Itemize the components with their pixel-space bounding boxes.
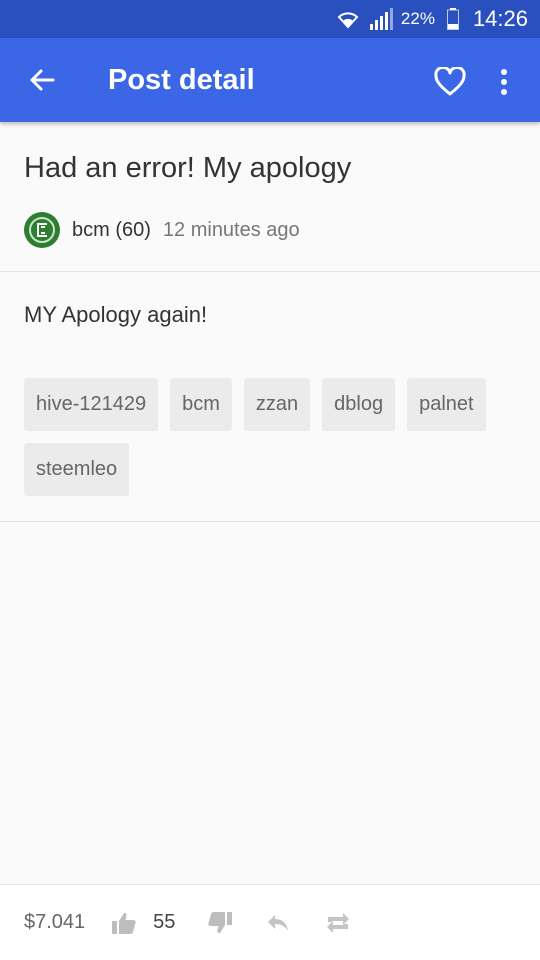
app-bar: Post detail — [0, 38, 540, 122]
reply-button[interactable] — [263, 908, 293, 938]
heart-outline-icon — [434, 67, 466, 96]
tag-list: hive-121429 bcm zzan dblog palnet steeml… — [24, 378, 524, 508]
payout-value: $7.041 — [24, 911, 86, 933]
tag-chip[interactable]: dblog — [322, 378, 396, 431]
author-name[interactable]: bcm (60) — [72, 219, 151, 242]
back-button[interactable] — [20, 58, 64, 102]
page-title: Post detail — [108, 64, 255, 96]
thumb-up-icon — [112, 912, 136, 934]
status-bar: 22% 14:26 — [0, 0, 540, 38]
tag-chip[interactable]: palnet — [407, 378, 486, 431]
downvote-button[interactable] — [205, 908, 235, 938]
avatar[interactable] — [24, 212, 60, 248]
upvote-button[interactable] — [109, 908, 139, 938]
favorite-button[interactable] — [428, 60, 472, 104]
post-body: MY Apology again! hive-121429 bcm zzan d… — [0, 272, 540, 522]
tag-chip[interactable]: hive-121429 — [24, 378, 159, 431]
wifi-icon — [335, 7, 361, 31]
post-title: Had an error! My apology — [24, 152, 352, 184]
battery-icon — [446, 8, 459, 30]
clock: 14:26 — [472, 6, 528, 31]
battery-percent: 22% — [400, 9, 435, 28]
tag-chip[interactable]: zzan — [243, 378, 311, 431]
post-body-text: MY Apology again! — [24, 302, 208, 327]
arrow-back-icon — [30, 69, 55, 91]
avatar-logo-icon — [29, 217, 55, 243]
signal-icon — [369, 8, 393, 30]
reply-icon — [268, 914, 289, 931]
more-vert-icon — [501, 69, 507, 95]
resteem-button[interactable] — [323, 908, 353, 938]
author-row[interactable]: bcm (60) 12 minutes ago — [24, 212, 300, 248]
more-options-button[interactable] — [482, 60, 526, 104]
thumb-down-icon — [208, 911, 233, 933]
vote-count: 55 — [153, 911, 176, 933]
post-header: Had an error! My apology bcm (60) 12 min… — [0, 122, 540, 272]
post-actions-bar: $7.041 55 — [0, 884, 540, 960]
tag-chip[interactable]: steemleo — [24, 443, 130, 496]
tag-chip[interactable]: bcm — [170, 378, 232, 431]
post-time: 12 minutes ago — [162, 218, 300, 241]
resteem-icon — [327, 912, 350, 933]
